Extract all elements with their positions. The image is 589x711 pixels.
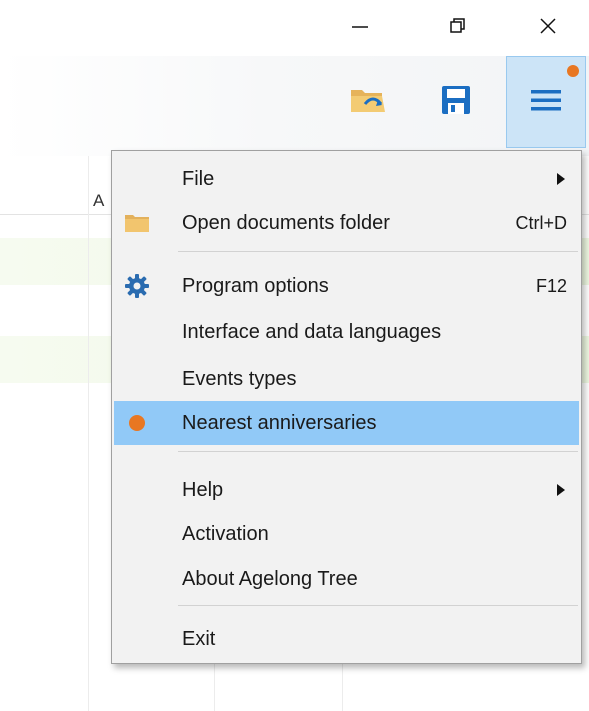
menu-item-label: About Agelong Tree: [182, 568, 358, 590]
menu-item-label: Interface and data languages: [182, 321, 442, 343]
notification-dot-icon: [567, 65, 579, 77]
menu-item-events-types[interactable]: Events types: [114, 357, 579, 401]
toolbar: [0, 56, 589, 156]
menu-item-label: Help: [182, 479, 224, 501]
open-folder-button[interactable]: [338, 56, 398, 148]
menu-item-label: Events types: [182, 368, 297, 390]
menu-item-label: Open documents folder: [182, 212, 390, 234]
orange-dot-icon: [122, 408, 152, 438]
grid-divider: [88, 156, 89, 711]
menu-item-shortcut: Ctrl+D: [515, 213, 567, 233]
menu-separator: [178, 605, 578, 606]
menu-item-file[interactable]: File: [114, 157, 579, 201]
menu-item-interface-languages[interactable]: Interface and data languages: [114, 310, 579, 354]
menu-item-label: File: [182, 168, 215, 190]
submenu-arrow-icon: [557, 173, 565, 185]
hamburger-menu-icon: [531, 87, 561, 118]
menu-item-open-documents-folder[interactable]: Open documents folder Ctrl+D: [114, 201, 579, 245]
menu-item-help[interactable]: Help: [114, 468, 579, 512]
menu-separator: [178, 451, 578, 452]
floppy-disk-icon: [440, 84, 472, 121]
menu-item-label: Nearest anniversaries: [182, 412, 377, 434]
minimize-icon: [350, 16, 370, 41]
menu-item-nearest-anniversaries[interactable]: Nearest anniversaries: [114, 401, 579, 445]
gear-icon: [122, 271, 152, 301]
folder-icon: [122, 208, 152, 238]
submenu-arrow-icon: [557, 484, 565, 496]
menu-separator: [178, 251, 578, 252]
menu-item-label: Activation: [182, 523, 269, 545]
minimize-button[interactable]: [330, 0, 390, 56]
main-menu-button[interactable]: [506, 56, 586, 148]
menu-item-activation[interactable]: Activation: [114, 512, 579, 556]
folder-open-icon: [348, 84, 388, 121]
close-icon: [538, 16, 558, 41]
menu-item-exit[interactable]: Exit: [114, 617, 579, 661]
menu-item-about[interactable]: About Agelong Tree: [114, 557, 579, 601]
save-button[interactable]: [426, 56, 486, 148]
menu-item-shortcut: F12: [535, 276, 567, 296]
restore-icon: [448, 16, 468, 41]
close-button[interactable]: [518, 0, 578, 56]
menu-item-label: Program options: [182, 275, 329, 297]
grid-column-header: A: [93, 191, 105, 210]
menu-item-label: Exit: [182, 628, 216, 650]
main-menu-dropdown: File Open documents folder Ctrl+D Progra…: [111, 150, 582, 664]
menu-item-program-options[interactable]: Program options F12: [114, 264, 579, 308]
restore-button[interactable]: [428, 0, 488, 56]
